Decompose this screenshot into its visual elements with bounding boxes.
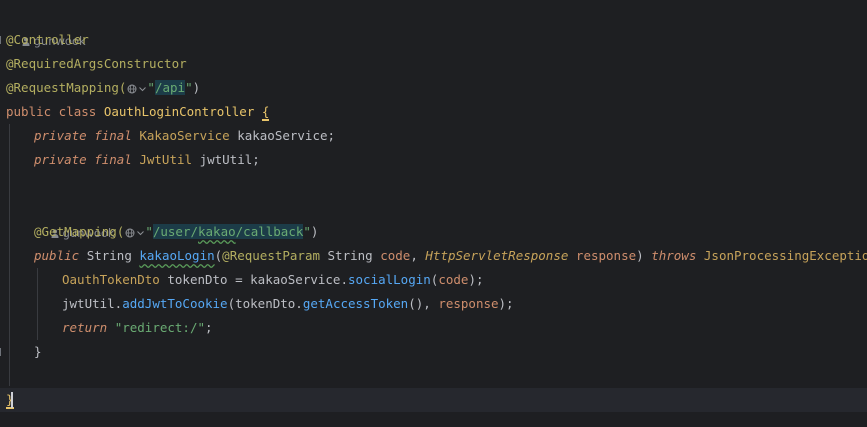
semicolon: ; [205,320,213,335]
string-literal: /api [154,80,186,95]
code-line[interactable]: @GetMapping("/user/kakao/callback") [0,220,867,244]
field-name: kakaoService; [229,128,336,143]
brace: } [34,344,42,359]
paren: ); [468,272,484,287]
paren: ) [310,224,319,239]
chevron-down-icon[interactable] [137,230,145,236]
code-line[interactable]: @RequestMapping( "/api") [0,76,867,100]
text-caret [11,392,13,408]
code-text: ); [498,296,514,311]
code-line[interactable]: jwtUtil.addJwtToCookie(tokenDto.getAcces… [0,292,867,316]
parameter: code [380,248,411,263]
keyword: throws [651,248,704,263]
chevron-down-icon[interactable] [139,86,147,92]
type-name: String [86,248,140,263]
code-text: tokenDto = kakaoService. [159,272,348,287]
code-line[interactable]: @Controller [0,28,867,52]
string-literal: /callback [235,224,304,239]
globe-icon[interactable] [127,84,137,94]
method-call: getAccessToken [302,296,409,311]
keyword: public class [6,104,104,119]
annotation: @Controller [6,32,89,47]
comma: , [410,248,426,263]
method-call: socialLogin [348,272,431,287]
annotation: @GetMapping( [34,224,125,239]
code-line[interactable]: } [0,340,867,364]
code-text: jwtUtil. [62,296,123,311]
string-quote: " [303,224,311,239]
code-text: (), [408,296,439,311]
string-quote: " [185,80,193,95]
code-line[interactable]: OauthTokenDto tokenDto = kakaoService.so… [0,268,867,292]
brace: { [261,104,270,121]
string-literal: /user/ [152,224,198,239]
code-line[interactable]: public String kakaoLogin(@RequestParam S… [0,244,867,268]
current-code-line[interactable]: } [0,388,867,412]
exception-type: JsonProcessingException [703,248,867,263]
string-quote: " [147,80,155,95]
code-line[interactable]: private final JwtUtil jwtUtil; [0,148,867,172]
keyword: private final [34,128,140,143]
string-literal: "redirect:/" [114,320,205,335]
parameter: response [575,248,637,263]
annotation: @RequestParam [222,248,328,263]
keyword: public [34,248,87,263]
globe-icon[interactable] [125,228,135,238]
method-call: addJwtToCookie [122,296,228,311]
code-author-hint[interactable]: gunwook [0,197,867,240]
code-author-hint[interactable]: gunwook [0,5,867,48]
paren: ) [636,248,652,263]
annotation: @RequestMapping( [6,80,127,95]
field-name: jwtUtil; [192,152,260,167]
type-name: KakaoService [139,128,230,143]
paren: ) [192,80,201,95]
annotation: @RequiredArgsConstructor [6,56,187,71]
parameter: code [438,272,469,287]
type-name: OauthTokenDto [62,272,160,287]
method-name: kakaoLogin [139,248,215,263]
class-name: OauthLoginController [103,104,255,119]
code-editor[interactable]: gunwook @Controller @RequiredArgsConstru… [0,0,867,427]
keyword: return [62,320,115,335]
string-literal-typo: kakao [198,224,236,239]
type-name: String [327,248,381,263]
type-name: HttpServletResponse [425,248,569,263]
string-quote: " [145,224,153,239]
code-line[interactable]: private final KakaoService kakaoService; [0,124,867,148]
code-line[interactable]: return "redirect:/"; [0,316,867,340]
code-line[interactable]: public class OauthLoginController { [0,100,867,124]
code-line[interactable]: @RequiredArgsConstructor [0,52,867,76]
type-name: JwtUtil [139,152,193,167]
code-text: (tokenDto. [227,296,303,311]
keyword: private final [34,152,140,167]
parameter: response [438,296,499,311]
